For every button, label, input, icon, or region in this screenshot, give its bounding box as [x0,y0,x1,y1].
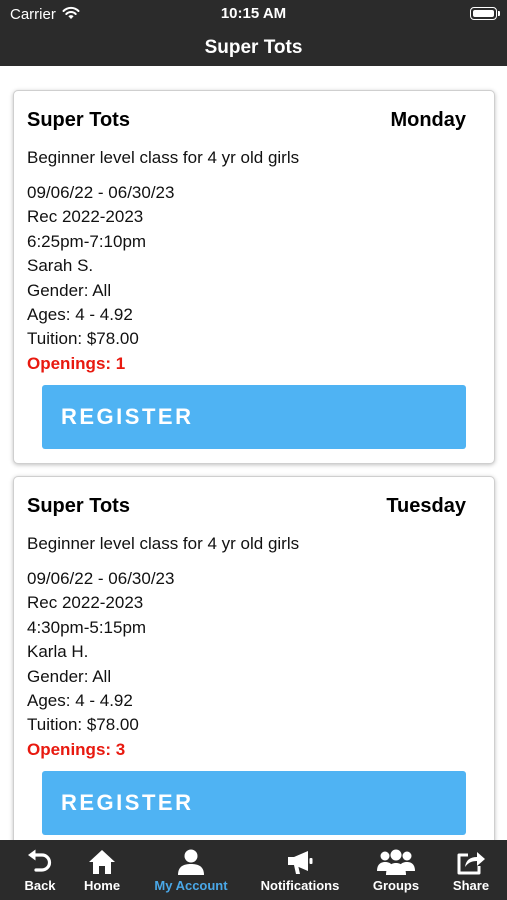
class-day: Tuesday [386,495,466,517]
home-icon [89,850,115,874]
class-ages: Ages: 4 - 4.92 [27,690,133,710]
class-name: Super Tots [27,109,130,131]
megaphone-icon [288,851,313,874]
status-bar: Carrier 10:15 AM [0,0,507,30]
class-name: Super Tots [27,495,130,517]
tab-bar: Back Home My Account Notifications Group… [0,840,507,900]
tab-notifications[interactable]: Notifications [260,840,340,900]
class-tuition: Tuition: $78.00 [27,329,139,349]
tab-home[interactable]: Home [62,840,142,900]
class-description: Beginner level class for 4 yr old girls [27,534,300,553]
class-card: Super Tots Monday Beginner level class f… [13,90,495,464]
page-title: Super Tots [204,37,303,58]
class-details: 09/06/22 - 06/30/23 Rec 2022-2023 4:30pm… [27,567,174,762]
tab-share[interactable]: Share [431,840,507,900]
tab-label: My Account [154,878,228,893]
class-openings: Openings: 1 [27,353,126,373]
user-icon [178,849,204,875]
class-day: Monday [390,109,466,131]
register-button[interactable]: REGISTER [42,385,466,449]
class-list[interactable]: Super Tots Monday Beginner level class f… [0,66,507,840]
tab-label: Share [452,878,490,893]
class-details: 09/06/22 - 06/30/23 Rec 2022-2023 6:25pm… [27,181,174,376]
status-time: 10:15 AM [220,5,287,22]
class-tuition: Tuition: $78.00 [27,715,139,735]
class-gender: Gender: All [27,280,112,300]
register-button[interactable]: REGISTER [42,771,466,835]
class-time: 4:30pm-5:15pm [27,617,147,637]
class-ages: Ages: 4 - 4.92 [27,304,133,324]
class-gender: Gender: All [27,666,112,686]
class-dates: 09/06/22 - 06/30/23 [27,569,175,588]
class-instructor: Sarah S. [27,256,94,276]
class-card: Super Tots Tuesday Beginner level class … [13,476,495,840]
class-instructor: Karla H. [27,642,89,662]
share-icon [457,852,485,875]
class-openings: Openings: 3 [27,739,126,759]
class-season: Rec 2022-2023 [27,593,144,613]
class-description: Beginner level class for 4 yr old girls [27,148,300,167]
battery-icon [470,7,500,20]
tab-my-account[interactable]: My Account [151,840,231,900]
groups-icon [377,849,415,875]
class-season: Rec 2022-2023 [27,207,144,227]
class-time: 6:25pm-7:10pm [27,231,147,251]
class-dates: 09/06/22 - 06/30/23 [27,183,175,202]
back-arrow-icon [28,849,52,872]
navigation-bar: Super Tots [0,30,507,66]
